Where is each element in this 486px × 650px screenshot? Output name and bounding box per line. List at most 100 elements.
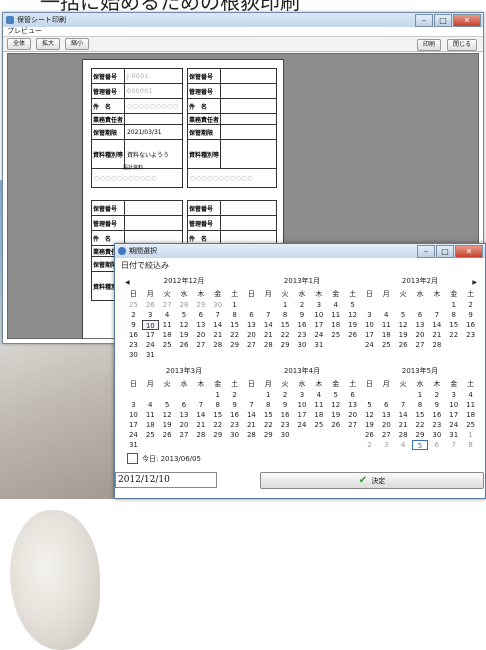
calendar-day[interactable]: 31 [125, 440, 142, 450]
calendar-day[interactable]: 31 [142, 350, 159, 360]
calendar-day[interactable]: 24 [361, 340, 378, 350]
dialog-close-button[interactable]: ✕ [455, 245, 483, 258]
calendar-day[interactable]: 13 [192, 320, 209, 330]
calendar-day[interactable]: 28 [209, 340, 226, 350]
calendar-day[interactable]: 5 [344, 300, 361, 310]
calendar-day[interactable]: 12 [327, 400, 344, 410]
close-preview-button[interactable]: 閉じる [446, 39, 477, 51]
calendar-day[interactable]: 13 [243, 320, 260, 330]
calendar-day[interactable]: 12 [159, 410, 176, 420]
calendar-day[interactable]: 2 [277, 390, 294, 400]
calendar-day[interactable]: 7 [243, 400, 260, 410]
calendar-day[interactable]: 1 [209, 390, 226, 400]
calendar-day[interactable]: 14 [192, 410, 209, 420]
calendar-day[interactable]: 30 [428, 430, 445, 440]
calendar-day[interactable]: 7 [395, 400, 412, 410]
calendar-day[interactable]: 19 [361, 420, 378, 430]
calendar-day[interactable]: 9 [125, 320, 142, 330]
calendar-day[interactable]: 11 [462, 400, 479, 410]
calendar-day[interactable]: 14 [395, 410, 412, 420]
calendar-day[interactable]: 31 [445, 430, 462, 440]
calendar-day[interactable]: 17 [142, 330, 159, 340]
calendar-day[interactable]: 29 [192, 300, 209, 310]
calendar-day[interactable]: 7 [260, 310, 277, 320]
dialog-titlebar[interactable]: 期間選択 – □ ✕ [115, 244, 485, 258]
calendar-day[interactable]: 27 [159, 300, 176, 310]
calendar-day[interactable]: 17 [445, 410, 462, 420]
calendar-day[interactable]: 22 [209, 420, 226, 430]
calendar-day[interactable]: 8 [260, 400, 277, 410]
calendar-day[interactable]: 25 [327, 330, 344, 340]
calendar-day[interactable]: 14 [428, 320, 445, 330]
calendar-day[interactable]: 16 [428, 410, 445, 420]
calendar-day[interactable]: 26 [395, 340, 412, 350]
calendar-day[interactable]: 30 [277, 430, 294, 440]
calendar-day[interactable]: 27 [378, 430, 395, 440]
calendar-day[interactable]: 7 [428, 310, 445, 320]
calendar-day[interactable]: 9 [277, 400, 294, 410]
calendar-day[interactable]: 4 [327, 300, 344, 310]
calendar-day[interactable]: 8 [209, 400, 226, 410]
calendar-day[interactable]: 22 [226, 330, 243, 340]
calendar-day[interactable]: 2 [125, 310, 142, 320]
calendar-day[interactable]: 6 [344, 390, 361, 400]
minimize-button[interactable]: – [415, 14, 433, 27]
maximize-button[interactable]: □ [434, 14, 452, 27]
calendar-day[interactable]: 6 [192, 310, 209, 320]
calendar-day[interactable]: 5 [395, 310, 412, 320]
calendar-day[interactable]: 6 [378, 400, 395, 410]
calendar-day[interactable]: 2 [294, 300, 311, 310]
calendar-day[interactable]: 29 [412, 430, 429, 440]
calendar-day[interactable]: 6 [176, 400, 193, 410]
calendar-day[interactable]: 23 [226, 420, 243, 430]
calendar-day[interactable]: 9 [226, 400, 243, 410]
calendar-day[interactable]: 21 [192, 420, 209, 430]
calendar-day[interactable]: 1 [412, 390, 429, 400]
calendar-day[interactable]: 6 [412, 310, 429, 320]
calendar-day[interactable]: 29 [277, 340, 294, 350]
calendar-day[interactable]: 9 [462, 310, 479, 320]
calendar-day[interactable]: 16 [462, 320, 479, 330]
calendar-day[interactable]: 2 [226, 390, 243, 400]
fit-page-button[interactable]: 全体 [7, 38, 32, 50]
calendar-day[interactable]: 13 [412, 320, 429, 330]
calendar-day[interactable]: 30 [209, 300, 226, 310]
calendar-day[interactable]: 1 [445, 300, 462, 310]
calendar-day[interactable]: 17 [361, 330, 378, 340]
calendar-day[interactable]: 9 [428, 400, 445, 410]
calendar-day[interactable]: 1 [260, 390, 277, 400]
calendar-day[interactable]: 16 [277, 410, 294, 420]
calendar-day[interactable]: 26 [361, 430, 378, 440]
calendar-day[interactable]: 8 [462, 440, 479, 450]
calendar-day[interactable]: 19 [159, 420, 176, 430]
calendar-day[interactable]: 22 [412, 420, 429, 430]
calendar-day[interactable]: 14 [243, 410, 260, 420]
calendar-day[interactable]: 2 [428, 390, 445, 400]
calendar-day[interactable]: 5 [361, 400, 378, 410]
calendar-day[interactable]: 20 [243, 330, 260, 340]
calendar-day[interactable]: 23 [125, 340, 142, 350]
dialog-minimize-button[interactable]: – [417, 245, 435, 258]
calendar-day[interactable]: 5 [159, 400, 176, 410]
calendar-day[interactable]: 21 [209, 330, 226, 340]
calendar-day[interactable]: 10 [361, 320, 378, 330]
calendar-day[interactable]: 30 [226, 430, 243, 440]
calendar-day[interactable]: 20 [378, 420, 395, 430]
calendar-day[interactable]: 3 [361, 310, 378, 320]
calendar-day[interactable]: 16 [294, 320, 311, 330]
calendar-day[interactable]: 18 [378, 330, 395, 340]
calendar-day[interactable]: 27 [243, 340, 260, 350]
calendar-day[interactable]: 20 [344, 410, 361, 420]
calendar-day[interactable]: 17 [125, 420, 142, 430]
calendar-day[interactable]: 13 [378, 410, 395, 420]
calendar-day[interactable]: 17 [294, 410, 311, 420]
calendar-day[interactable]: 24 [125, 430, 142, 440]
calendar-day[interactable]: 9 [294, 310, 311, 320]
calendar-day[interactable]: 12 [395, 320, 412, 330]
close-button[interactable]: ✕ [453, 14, 481, 27]
print-button[interactable]: 印刷 [416, 39, 441, 51]
calendar-day[interactable]: 25 [310, 420, 327, 430]
calendar-day[interactable]: 12 [344, 310, 361, 320]
calendar-day[interactable]: 3 [445, 390, 462, 400]
calendar-day[interactable]: 27 [176, 430, 193, 440]
